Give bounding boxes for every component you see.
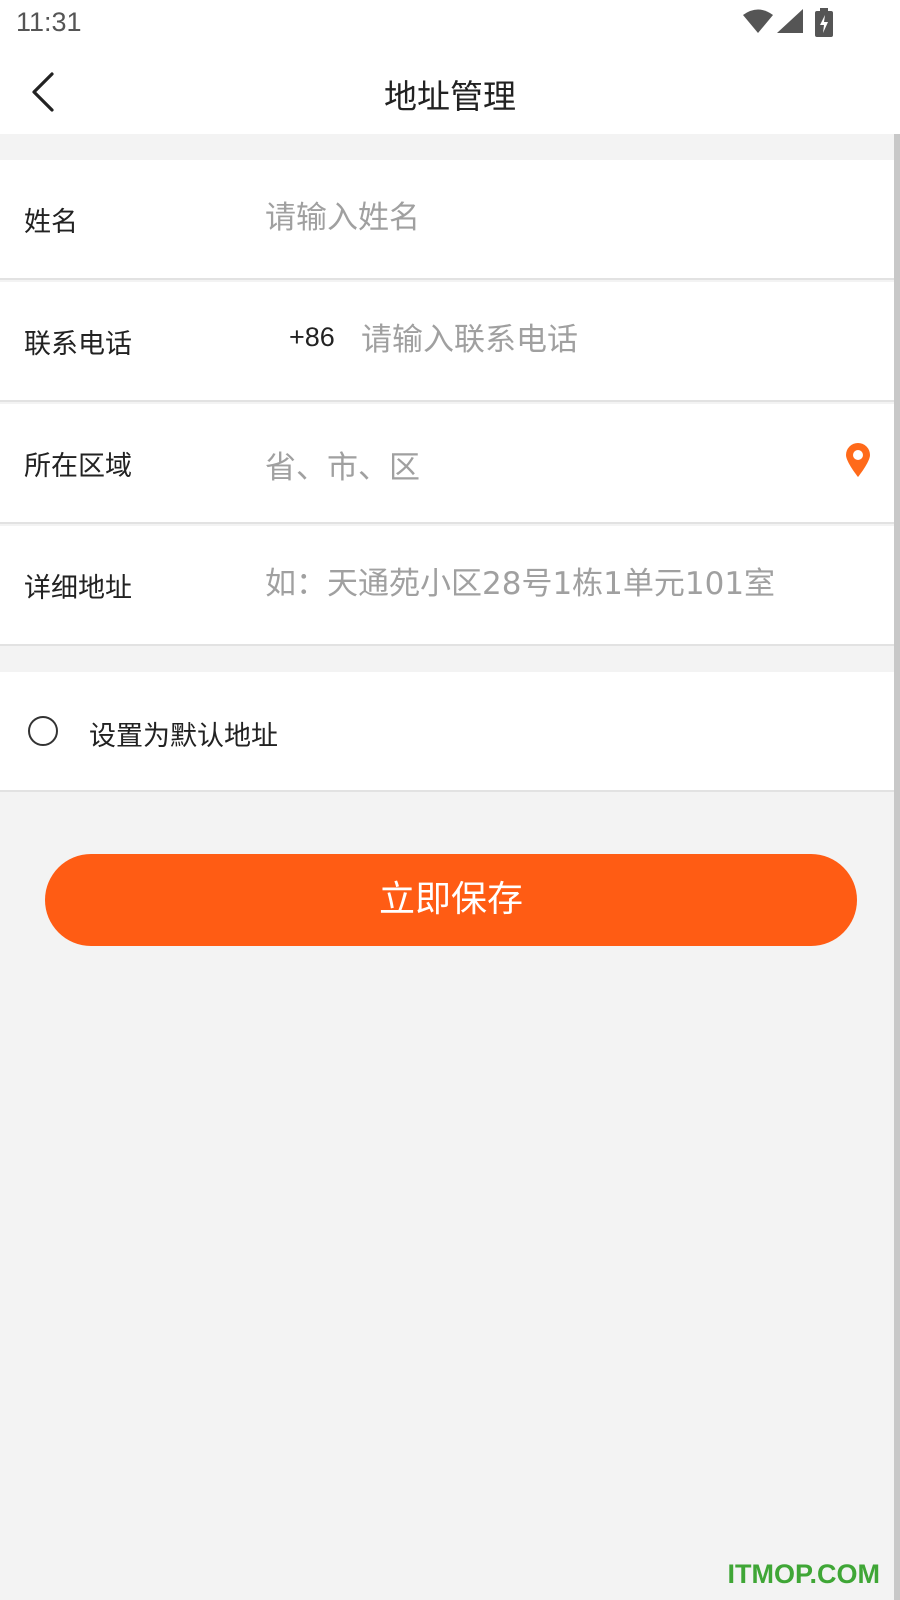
- watermark: ITMOP.COM: [727, 1559, 880, 1589]
- location-button[interactable]: [843, 442, 873, 478]
- page-title: 地址管理: [384, 77, 516, 116]
- name-label: 姓名: [24, 207, 78, 238]
- detail-row: 详细地址: [0, 526, 900, 646]
- signal-icon: [777, 9, 803, 33]
- nav-bar: 地址管理: [0, 50, 900, 134]
- default-address-row[interactable]: 设置为默认地址: [0, 672, 900, 792]
- phone-input[interactable]: [361, 310, 861, 370]
- status-bar: 11:31: [0, 0, 900, 50]
- default-address-radio[interactable]: [28, 716, 58, 746]
- region-label: 所在区域: [24, 451, 132, 482]
- name-row: 姓名: [0, 160, 900, 280]
- phone-label: 联系电话: [24, 329, 132, 360]
- detail-label: 详细地址: [24, 573, 132, 604]
- save-button[interactable]: 立即保存: [45, 854, 857, 946]
- battery-charging-icon: [815, 8, 833, 37]
- region-selector[interactable]: 省、市、区: [265, 442, 420, 487]
- name-input[interactable]: [265, 188, 845, 248]
- default-address-label[interactable]: 设置为默认地址: [89, 714, 278, 753]
- detail-address-input[interactable]: [265, 554, 865, 614]
- status-time: 11:31: [16, 7, 82, 37]
- phone-country-code: +86: [289, 322, 335, 352]
- phone-row: 联系电话 +86: [0, 282, 900, 402]
- scrollbar: [894, 134, 900, 1600]
- location-pin-icon: [846, 443, 870, 477]
- region-row: 所在区域 省、市、区: [0, 404, 900, 524]
- wifi-icon: [743, 9, 773, 33]
